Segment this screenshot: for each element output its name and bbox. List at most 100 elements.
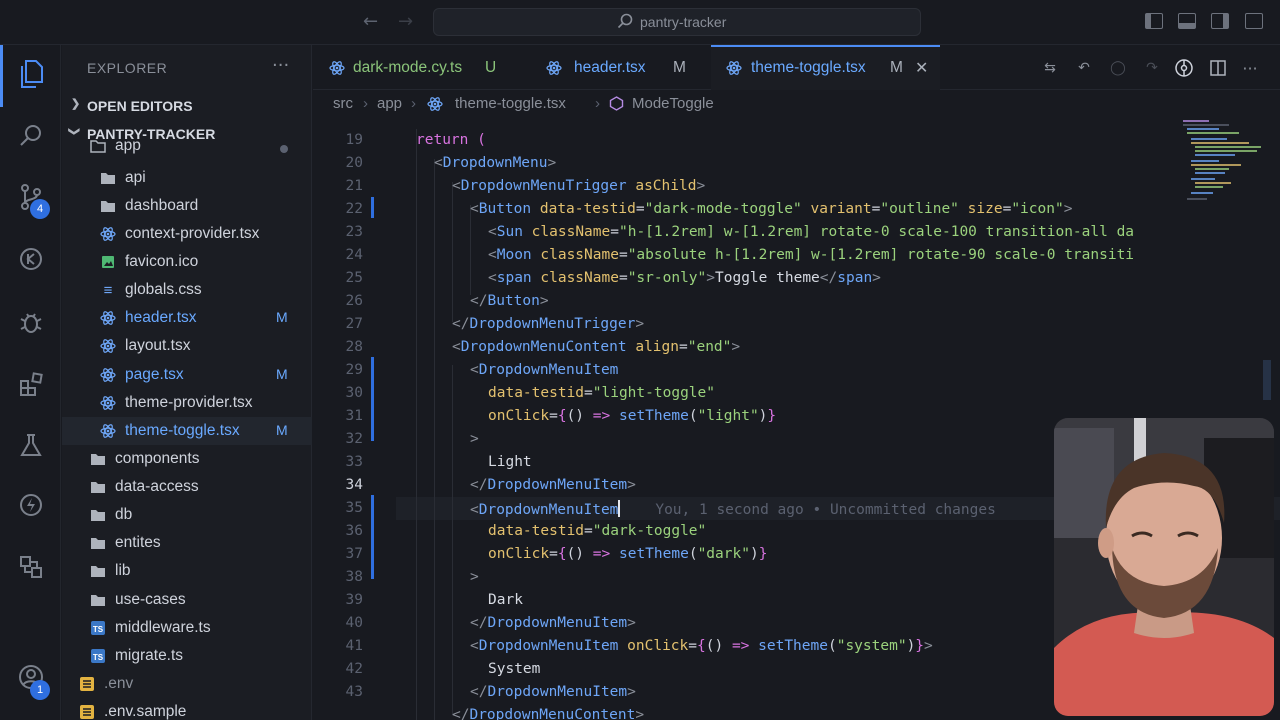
minimap[interactable] xyxy=(1179,117,1264,207)
tree-item-use-cases[interactable]: use-cases xyxy=(62,586,312,614)
revert-icon[interactable]: ↶ xyxy=(1075,59,1093,77)
code-token: DropdownMenuTrigger xyxy=(460,178,627,194)
folder-icon xyxy=(90,563,106,579)
close-icon[interactable]: ✕ xyxy=(915,58,928,78)
tree-item-theme-provider[interactable]: theme-provider.tsx xyxy=(62,389,312,417)
accounts-badge: 1 xyxy=(30,680,50,700)
code-line: </DropdownMenuItem> xyxy=(470,477,636,493)
customize-layout-icon[interactable] xyxy=(1245,13,1263,29)
git-change-marker[interactable] xyxy=(371,495,374,579)
git-status-badge: M xyxy=(276,309,288,325)
forward-arrow-icon[interactable]: → xyxy=(398,11,413,32)
code-line: <span className="sr-only">Toggle theme</… xyxy=(488,270,881,286)
more-actions-icon[interactable]: ··· xyxy=(1241,59,1259,78)
tab-theme-toggle[interactable]: theme-toggle.tsx M ✕ xyxy=(711,45,940,90)
lightning-icon[interactable] xyxy=(14,488,48,522)
modified-dot xyxy=(280,145,288,153)
react-file-icon xyxy=(427,96,443,116)
tree-item-data-access[interactable]: data-access xyxy=(62,473,312,501)
indent-guide xyxy=(434,159,435,720)
git-change-marker[interactable] xyxy=(371,197,374,218)
tree-item-dashboard[interactable]: dashboard xyxy=(62,192,312,220)
code-line: </DropdownMenuTrigger> xyxy=(452,316,645,332)
back-arrow-icon[interactable]: ← xyxy=(363,11,378,32)
tree-item-middleware[interactable]: TS middleware.ts xyxy=(62,614,312,642)
testing-icon[interactable] xyxy=(14,428,48,462)
breadcrumb-src[interactable]: src xyxy=(333,95,353,112)
tree-item-api[interactable]: api xyxy=(62,164,312,192)
code-token: onClick xyxy=(627,638,689,654)
breadcrumb-file[interactable]: theme-toggle.tsx xyxy=(455,95,566,112)
open-editors-section[interactable]: ❯ OPEN EDITORS xyxy=(62,95,312,117)
explorer-icon[interactable] xyxy=(14,57,48,91)
code-token: return ( xyxy=(416,132,486,148)
breadcrumb-separator-icon: › xyxy=(363,95,368,112)
tree-item-label: .env xyxy=(104,675,134,692)
debug-bug-icon[interactable] xyxy=(14,305,48,339)
source-control-badge: 4 xyxy=(30,199,50,219)
line-number: 33 xyxy=(345,454,363,470)
env-file-icon xyxy=(79,704,95,720)
breadcrumb-separator-icon: › xyxy=(595,95,600,112)
search-view-icon[interactable] xyxy=(14,118,48,152)
git-change-marker[interactable] xyxy=(371,357,374,441)
tree-item-header[interactable]: header.tsx M xyxy=(62,304,312,332)
code-line: Dark xyxy=(488,592,523,608)
remote-explorer-icon[interactable] xyxy=(14,550,48,584)
tree-item-entites[interactable]: entites xyxy=(62,529,312,557)
tree-item-layout[interactable]: layout.tsx xyxy=(62,332,312,360)
folder-icon xyxy=(90,507,106,523)
next-change-icon[interactable]: ↷ xyxy=(1143,59,1161,77)
folder-icon xyxy=(100,198,116,214)
breadcrumb-app[interactable]: app xyxy=(377,95,402,112)
tree-item-env-sample[interactable]: .env.sample xyxy=(62,698,312,720)
code-token: data-testid xyxy=(539,201,636,217)
line-number: 31 xyxy=(345,408,363,424)
code-line: <DropdownMenu> xyxy=(434,155,557,171)
folder-icon xyxy=(90,535,106,551)
code-line: </Button> xyxy=(470,293,549,309)
tree-item-context-provider[interactable]: context-provider.tsx xyxy=(62,220,312,248)
command-center-search[interactable]: pantry-tracker xyxy=(433,8,921,36)
extensions-icon[interactable] xyxy=(14,367,48,401)
tab-header[interactable]: header.tsx M xyxy=(525,45,709,90)
toggle-panel-icon[interactable] xyxy=(1178,13,1196,29)
tree-item-migrate[interactable]: TS migrate.ts xyxy=(62,642,312,670)
tree-item-label: header.tsx xyxy=(125,309,197,326)
line-number: 19 xyxy=(345,132,363,148)
run-debug-icon[interactable] xyxy=(14,242,48,276)
tree-item-page[interactable]: page.tsx M xyxy=(62,361,312,389)
tree-item-env[interactable]: .env xyxy=(62,670,312,698)
scrollbar-thumb[interactable] xyxy=(1263,360,1271,400)
code-token: variant xyxy=(810,201,872,217)
react-file-icon xyxy=(100,226,116,242)
tree-item-globals-css[interactable]: ≡ globals.css xyxy=(62,276,312,304)
explorer-more-actions-icon[interactable]: ··· xyxy=(272,55,289,76)
toggle-secondary-sidebar-icon[interactable] xyxy=(1211,13,1229,29)
tree-item-label: globals.css xyxy=(125,281,202,298)
toggle-sidebar-icon[interactable] xyxy=(1145,13,1163,29)
search-label: pantry-tracker xyxy=(640,14,727,30)
git-commit-icon[interactable] xyxy=(1175,59,1193,77)
line-number: 42 xyxy=(345,661,363,677)
tree-item-theme-toggle[interactable]: theme-toggle.tsx M xyxy=(62,417,312,445)
tab-dark-mode-cy[interactable]: dark-mode.cy.ts U xyxy=(313,45,523,90)
code-token: className xyxy=(540,270,619,286)
breadcrumb-symbol[interactable]: ModeToggle xyxy=(632,95,714,112)
split-editor-icon[interactable] xyxy=(1209,59,1227,77)
compare-changes-icon[interactable]: ⇆ xyxy=(1041,59,1059,77)
tree-item-label: lib xyxy=(115,562,131,579)
line-number: 41 xyxy=(345,638,363,654)
tree-item-app[interactable]: app xyxy=(62,137,312,159)
tree-item-db[interactable]: db xyxy=(62,501,312,529)
indent-guide xyxy=(452,365,453,715)
code-line: > xyxy=(470,431,479,447)
tree-item-favicon[interactable]: favicon.ico xyxy=(62,248,312,276)
explorer-title: EXPLORER xyxy=(87,60,168,76)
folder-icon xyxy=(90,479,106,495)
previous-change-icon[interactable]: ◯ xyxy=(1109,59,1127,77)
tree-item-components[interactable]: components xyxy=(62,445,312,473)
react-file-icon xyxy=(329,61,345,75)
tree-item-lib[interactable]: lib xyxy=(62,557,312,585)
title-bar: ← → pantry-tracker xyxy=(0,0,1280,45)
